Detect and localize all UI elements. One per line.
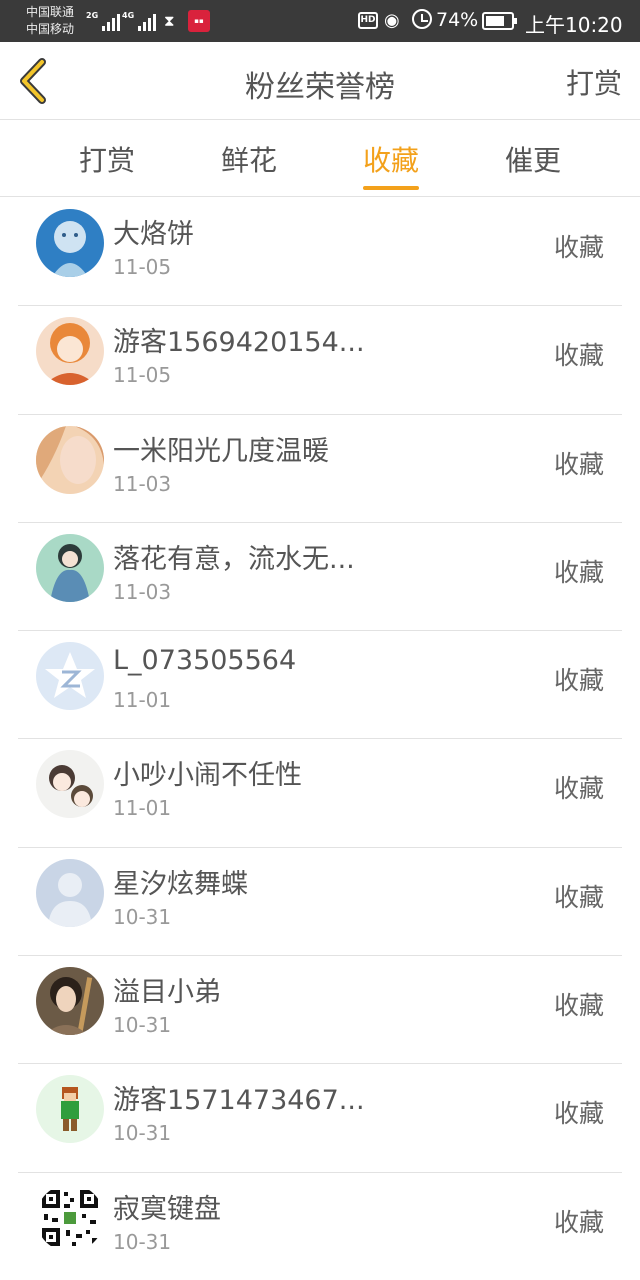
date: 10-31 bbox=[113, 1229, 172, 1254]
tab-bar: 打赏 鲜花 收藏 催更 bbox=[0, 121, 640, 197]
list-item[interactable]: 寂寞键盘 10-31 收藏 bbox=[18, 1173, 622, 1280]
eye-icon: ◉ bbox=[384, 10, 400, 31]
hourglass-icon: ⧗ bbox=[164, 12, 175, 30]
list-item[interactable]: L_073505564 11-01 收藏 bbox=[18, 631, 622, 740]
tab-urge-update[interactable]: 催更 bbox=[462, 139, 604, 179]
date: 11-05 bbox=[113, 255, 172, 279]
action-label: 收藏 bbox=[553, 341, 604, 371]
carrier-1: 中国联通 bbox=[26, 5, 75, 19]
qzone-star-avatar bbox=[36, 642, 104, 711]
user-name: 小吵小闹不任性 bbox=[113, 760, 302, 792]
list-item[interactable]: 溢目小弟 10-31 收藏 bbox=[18, 956, 622, 1065]
page-title: 粉丝荣誉榜 bbox=[245, 70, 395, 105]
signal-2-icon: 4G bbox=[122, 11, 157, 31]
action-label: 收藏 bbox=[553, 1207, 604, 1237]
user-name: 寂寞键盘 bbox=[113, 1193, 221, 1225]
action-label: 收藏 bbox=[553, 774, 604, 804]
green-girl-avatar bbox=[36, 533, 104, 602]
user-name: 游客1569420154... bbox=[113, 327, 365, 359]
date: 10-31 bbox=[113, 1121, 172, 1146]
carrier-2: 中国移动 bbox=[26, 22, 75, 36]
alarm-icon bbox=[412, 9, 432, 29]
date: 11-03 bbox=[113, 579, 172, 604]
battery-percent: 74% bbox=[436, 9, 479, 31]
list-item[interactable]: 小吵小闹不任性 11-01 收藏 bbox=[18, 739, 622, 848]
header: 粉丝荣誉榜 打赏 bbox=[0, 42, 640, 120]
tip-button[interactable]: 打赏 bbox=[566, 62, 622, 102]
list-item[interactable]: 大烙饼 11-05 收藏 bbox=[18, 198, 622, 307]
list-item[interactable]: 落花有意，流水无... 11-03 收藏 bbox=[18, 523, 622, 632]
date: 10-31 bbox=[113, 904, 172, 929]
date: 10-31 bbox=[113, 1013, 172, 1038]
tab-flowers[interactable]: 鲜花 bbox=[178, 139, 320, 179]
user-name: 星汐炫舞蝶 bbox=[113, 868, 248, 900]
user-name: 溢目小弟 bbox=[113, 977, 221, 1009]
action-label: 收藏 bbox=[553, 666, 604, 696]
date: 11-03 bbox=[113, 471, 172, 496]
user-name: 游客1571473467... bbox=[113, 1085, 365, 1117]
date: 11-01 bbox=[113, 688, 172, 713]
action-label: 收藏 bbox=[553, 557, 604, 587]
user-name: L_073505564 bbox=[113, 645, 297, 677]
blonde-girl-avatar bbox=[36, 425, 104, 494]
clock: 上午10:20 bbox=[525, 13, 623, 37]
tab-favorites[interactable]: 收藏 bbox=[320, 139, 462, 179]
fan-list: 大烙饼 11-05 收藏 游客1569420154... 11-05 收藏 一米… bbox=[18, 198, 622, 1280]
action-label: 收藏 bbox=[553, 1099, 604, 1129]
pixel-character-avatar bbox=[36, 1075, 104, 1144]
status-bar: 中国联通 中国移动 2G 4G ⧗ ▪▪ HD ◉ 74% 上午10:20 bbox=[0, 0, 640, 42]
action-label: 收藏 bbox=[553, 233, 604, 262]
list-item[interactable]: 一米阳光几度温暖 11-03 收藏 bbox=[18, 415, 622, 523]
user-name: 大烙饼 bbox=[113, 219, 194, 250]
date: 11-01 bbox=[113, 796, 172, 821]
list-item[interactable]: 游客1571473467... 10-31 收藏 bbox=[18, 1064, 622, 1173]
app-notification-icon: ▪▪ bbox=[188, 10, 210, 32]
tab-tip[interactable]: 打赏 bbox=[36, 139, 178, 179]
user-name: 落花有意，流水无... bbox=[113, 543, 355, 575]
signal-1-icon: 2G bbox=[86, 11, 121, 31]
carrier-info: 中国联通 中国移动 bbox=[26, 4, 74, 38]
action-label: 收藏 bbox=[553, 991, 604, 1021]
anime-girl-avatar bbox=[36, 317, 104, 386]
list-item[interactable]: 游客1569420154... 11-05 收藏 bbox=[18, 306, 622, 415]
couple-cartoon-avatar bbox=[36, 750, 104, 819]
active-tab-indicator bbox=[363, 186, 419, 190]
default-person-avatar bbox=[36, 858, 104, 927]
battery-icon bbox=[482, 12, 517, 30]
action-label: 收藏 bbox=[553, 449, 604, 479]
guitar-man-avatar bbox=[36, 967, 104, 1036]
action-label: 收藏 bbox=[553, 882, 604, 912]
list-item[interactable]: 星汐炫舞蝶 10-31 收藏 bbox=[18, 848, 622, 957]
hd-icon: HD bbox=[358, 12, 378, 29]
user-name: 一米阳光几度温暖 bbox=[113, 435, 329, 467]
qr-code-avatar bbox=[36, 1183, 104, 1252]
date: 11-05 bbox=[113, 363, 172, 388]
blue-doll-avatar bbox=[36, 209, 104, 277]
